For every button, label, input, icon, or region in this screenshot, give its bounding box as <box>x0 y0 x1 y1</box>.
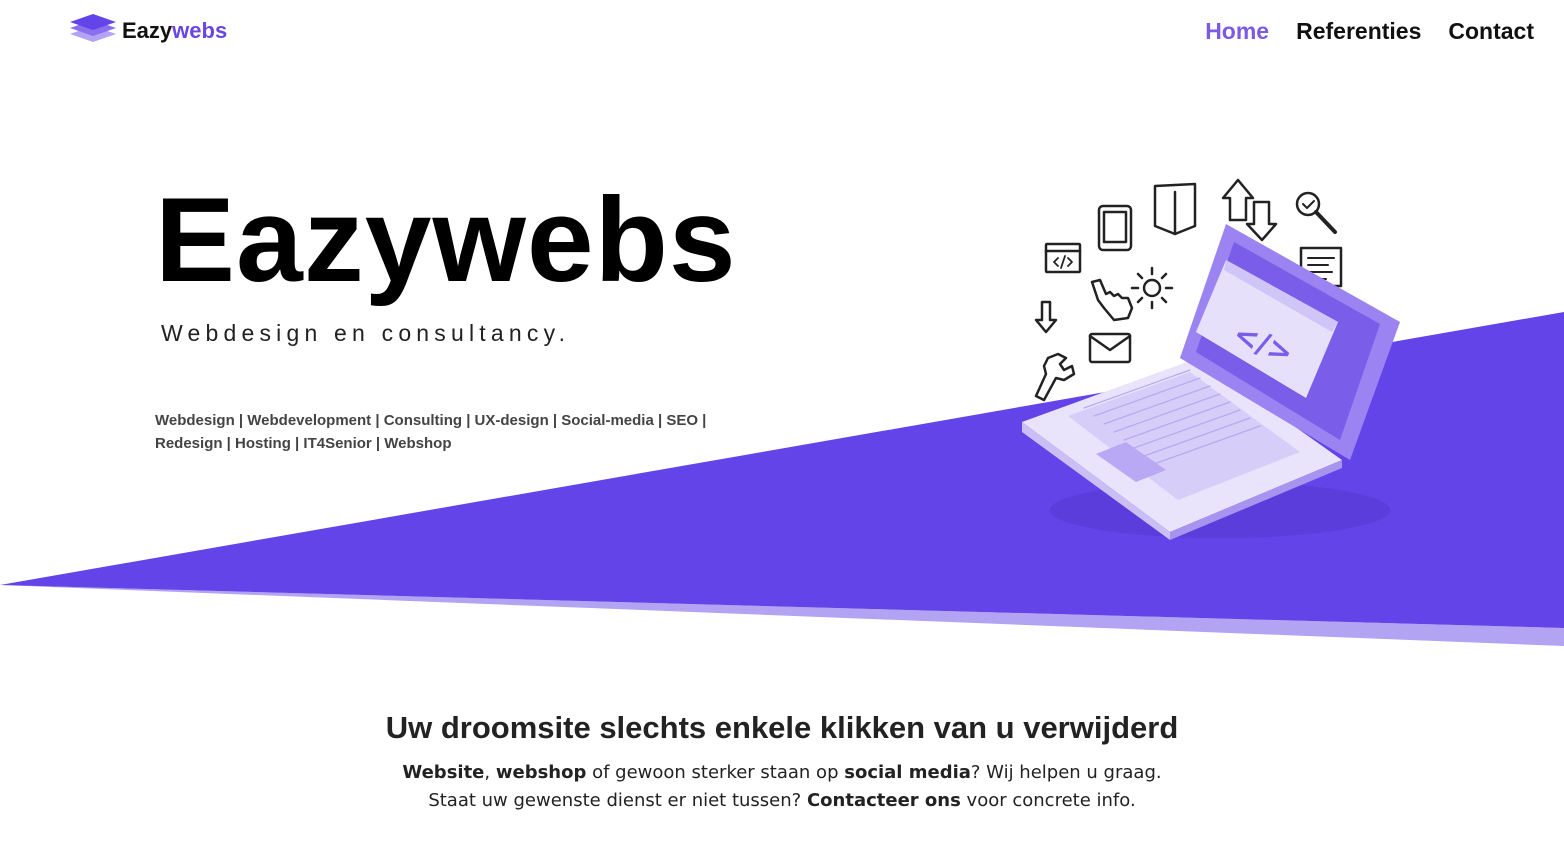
hero-title: Eazywebs <box>155 173 737 307</box>
services-line-2: Redesign | Hosting | IT4Senior | Webshop <box>155 435 452 452</box>
logo[interactable]: Eazywebs <box>68 12 227 50</box>
nav-referenties[interactable]: Referenties <box>1296 18 1421 45</box>
tablet-icon <box>1097 204 1133 252</box>
code-window-icon <box>1044 242 1082 274</box>
book-icon <box>1153 182 1197 236</box>
contact-link[interactable]: Contacteer ons <box>807 790 961 811</box>
main-nav: Home Referenties Contact <box>1205 18 1534 45</box>
site-header: Eazywebs Home Referenties Contact <box>0 0 1564 70</box>
nav-contact[interactable]: Contact <box>1448 18 1534 45</box>
services-line-1: Webdesign | Webdevelopment | Consulting … <box>155 412 707 429</box>
pointer-hand-icon <box>1090 278 1134 322</box>
logo-text: Eazywebs <box>122 18 228 43</box>
down-arrow-icon <box>1034 300 1058 334</box>
intro-paragraph-2: Staat uw gewenste dienst er niet tussen?… <box>428 790 1136 811</box>
mail-icon <box>1088 332 1132 364</box>
intro-heading: Uw droomsite slechts enkele klikken van … <box>385 710 1179 745</box>
logo-layers-icon <box>70 14 116 42</box>
nav-home[interactable]: Home <box>1205 18 1269 45</box>
services-list: Webdesign | Webdevelopment | Consulting … <box>155 409 735 455</box>
wrench-icon <box>1034 352 1076 402</box>
search-check-icon <box>1295 191 1337 234</box>
laptop-illustration: </> <box>1022 178 1400 540</box>
gear-icon <box>1130 266 1174 310</box>
hero-subtitle: Webdesign en consultancy. <box>161 320 571 346</box>
intro-paragraph-1: Website, webshop of gewoon sterker staan… <box>402 762 1162 783</box>
